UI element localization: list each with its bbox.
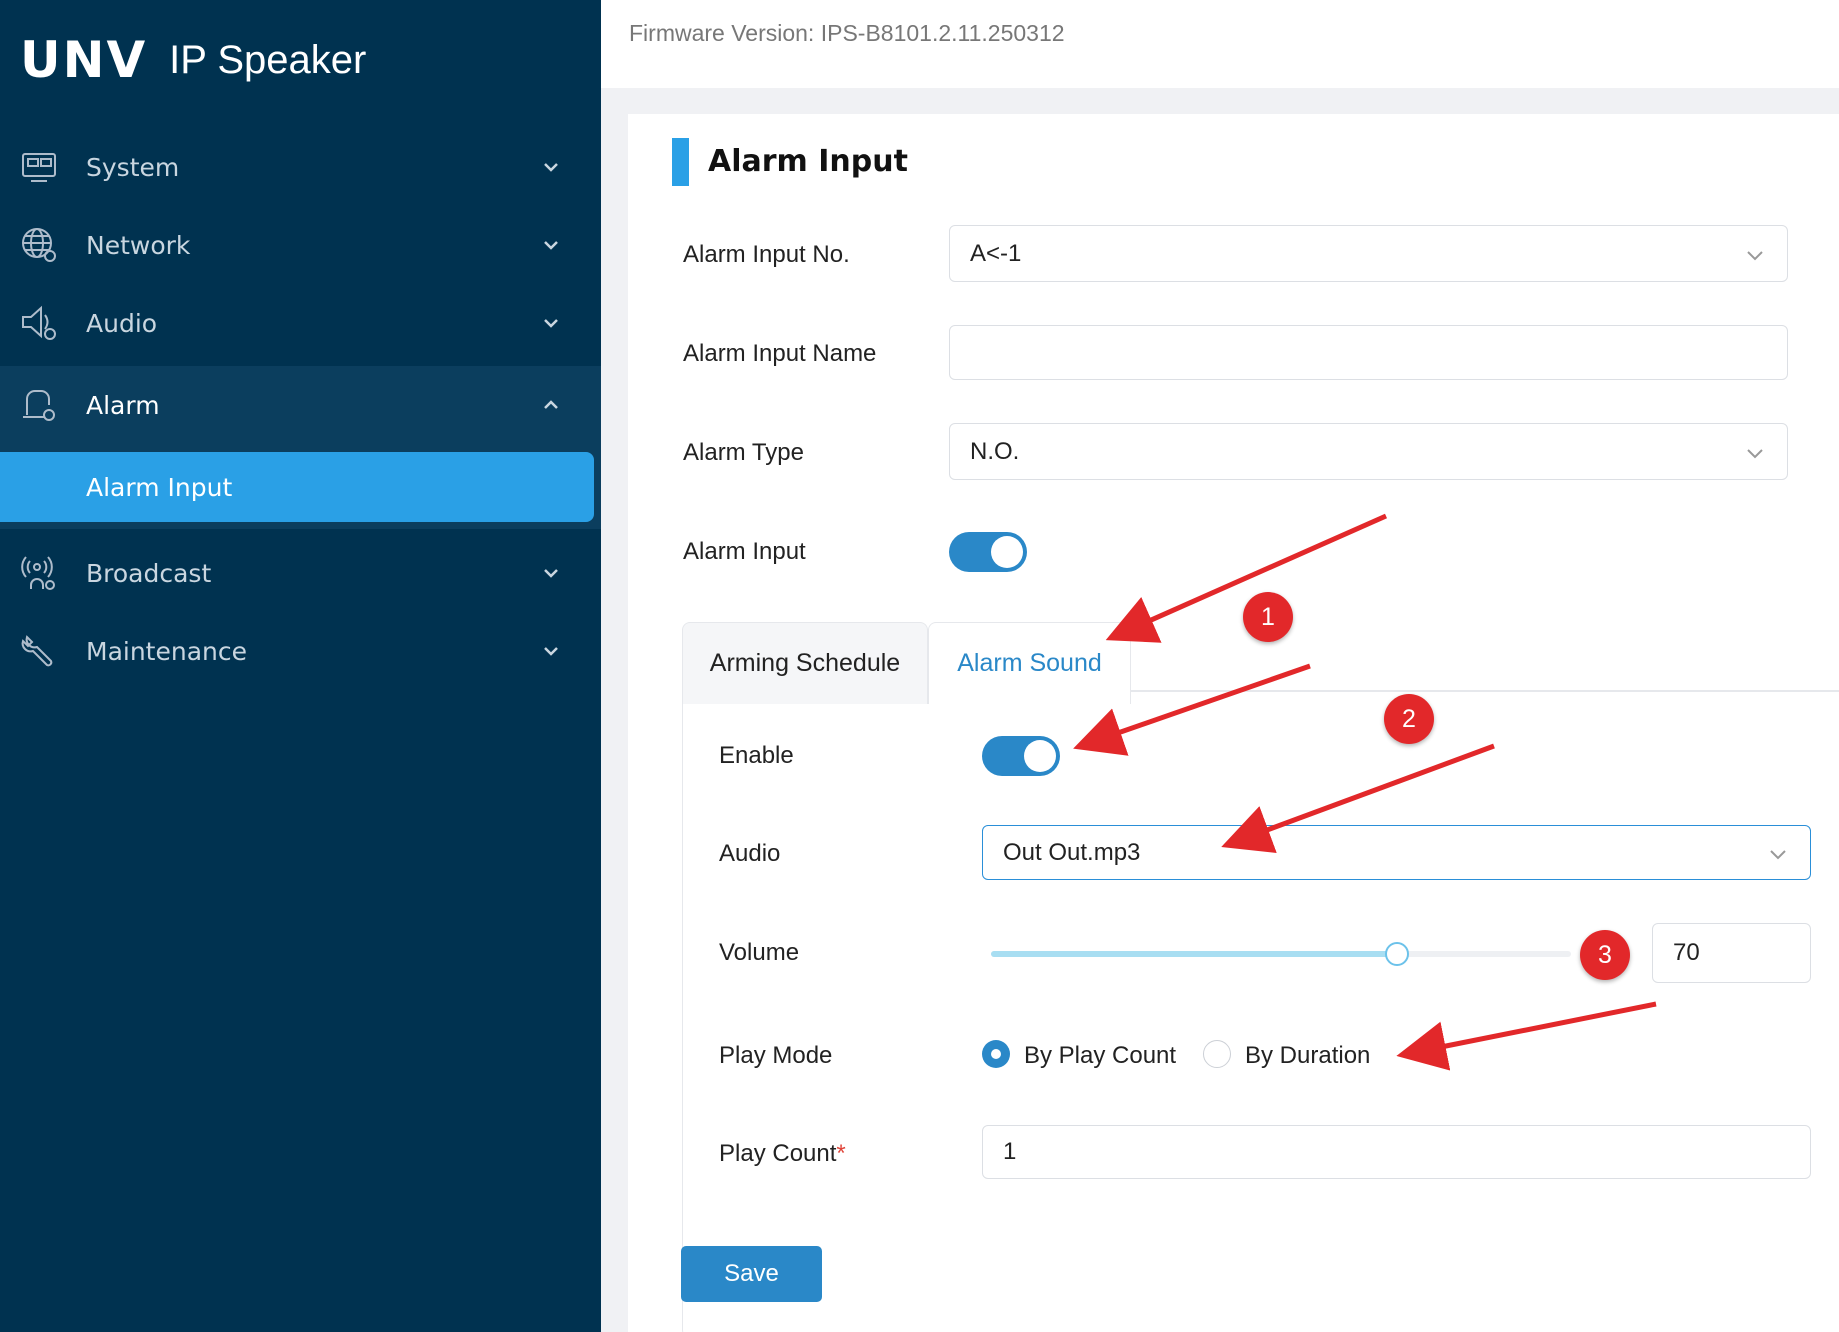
- annotation-badge-2: 2: [1384, 694, 1434, 744]
- alarm-input-toggle[interactable]: [949, 532, 1027, 572]
- tab-divider: [1131, 690, 1839, 692]
- alarm-input-no-value: A<-1: [970, 239, 1022, 267]
- volume-slider-thumb[interactable]: [1385, 942, 1409, 966]
- chevron-down-icon: [540, 312, 562, 334]
- volume-label: Volume: [719, 939, 800, 966]
- tab-label: Arming Schedule: [709, 649, 901, 677]
- tab-alarm-sound[interactable]: Alarm Sound: [928, 622, 1131, 704]
- chevron-down-icon: [1745, 442, 1765, 462]
- sidebar-item-label: Maintenance: [86, 636, 247, 666]
- sidebar-item-label: Network: [86, 230, 191, 260]
- radio-label-by-play-count: By Play Count: [1024, 1042, 1177, 1069]
- brand: UNV IP Speaker: [20, 28, 366, 92]
- alarm-input-no-label: Alarm Input No.: [683, 241, 850, 268]
- alarm-input-no-select[interactable]: A<-1: [949, 225, 1788, 282]
- sidebar-item-label: Broadcast: [86, 558, 212, 588]
- alarm-input-name-field[interactable]: [949, 325, 1788, 380]
- required-mark: *: [836, 1140, 846, 1167]
- radio-by-play-count[interactable]: [982, 1040, 1010, 1068]
- sidebar-item-label: System: [86, 152, 180, 182]
- sidebar-item-maintenance[interactable]: Maintenance: [0, 612, 601, 690]
- chevron-down-icon: [540, 640, 562, 662]
- annotation-badge-3: 3: [1580, 930, 1630, 980]
- tab-arming-schedule[interactable]: Arming Schedule: [682, 622, 928, 704]
- top-bar: Firmware Version: IPS-B8101.2.11.250312: [601, 0, 1839, 88]
- alarm-input-name-label: Alarm Input Name: [683, 340, 877, 367]
- toggle-knob: [991, 536, 1023, 568]
- sidebar: UNV IP Speaker System Network Audio Alar…: [0, 0, 601, 1332]
- firmware-version: Firmware Version: IPS-B8101.2.11.250312: [629, 20, 1065, 46]
- sidebar-item-label: Alarm: [86, 390, 160, 420]
- chevron-down-icon: [540, 562, 562, 584]
- alarm-gear-icon: [18, 384, 60, 426]
- tab-label: Alarm Sound: [957, 649, 1102, 677]
- sidebar-item-network[interactable]: Network: [0, 206, 601, 284]
- wrench-icon: [18, 630, 60, 672]
- volume-input[interactable]: 70: [1652, 923, 1811, 983]
- toggle-knob: [1024, 740, 1056, 772]
- monitor-icon: [18, 146, 60, 188]
- play-mode-label: Play Mode: [719, 1042, 833, 1069]
- audio-label: Audio: [719, 840, 781, 867]
- sidebar-item-label: Audio: [86, 308, 158, 338]
- audio-select[interactable]: Out Out.mp3: [982, 825, 1811, 880]
- alarm-type-select[interactable]: N.O.: [949, 423, 1788, 480]
- sidebar-subitem-alarm-input[interactable]: Alarm Input: [0, 452, 594, 522]
- chevron-down-icon: [540, 234, 562, 256]
- save-button[interactable]: Save: [681, 1246, 822, 1302]
- alarm-type-label: Alarm Type: [683, 439, 804, 466]
- alarm-type-value: N.O.: [970, 437, 1020, 465]
- tab-panel: [682, 690, 1839, 1332]
- sidebar-item-alarm[interactable]: Alarm: [0, 366, 601, 444]
- radio-label-by-duration: By Duration: [1245, 1042, 1371, 1069]
- title-accent-bar: [672, 138, 689, 186]
- volume-slider-fill: [991, 951, 1397, 957]
- alarm-input-toggle-label: Alarm Input: [683, 538, 806, 565]
- enable-label: Enable: [719, 742, 794, 769]
- play-count-value: 1: [1003, 1138, 1017, 1165]
- play-count-label: Play Count*: [719, 1140, 846, 1168]
- chevron-down-icon: [540, 156, 562, 178]
- brand-logo: UNV: [20, 31, 148, 89]
- globe-gear-icon: [18, 224, 60, 266]
- play-count-field[interactable]: 1: [982, 1125, 1811, 1179]
- sidebar-item-system[interactable]: System: [0, 128, 601, 206]
- chevron-up-icon: [540, 394, 562, 416]
- sidebar-subitem-label: Alarm Input: [86, 472, 233, 502]
- radio-by-duration[interactable]: [1203, 1040, 1231, 1068]
- sidebar-item-audio[interactable]: Audio: [0, 284, 601, 362]
- annotation-badge-1: 1: [1243, 592, 1293, 642]
- volume-slider-track[interactable]: [991, 951, 1571, 957]
- product-name: IP Speaker: [169, 37, 367, 82]
- save-label: Save: [724, 1260, 779, 1287]
- chevron-down-icon: [1768, 843, 1788, 863]
- play-count-label-text: Play Count: [719, 1140, 837, 1167]
- chevron-down-icon: [1745, 244, 1765, 264]
- page-title: Alarm Input: [708, 144, 908, 179]
- enable-toggle[interactable]: [982, 736, 1060, 776]
- speaker-gear-icon: [18, 302, 60, 344]
- broadcast-user-icon: [18, 552, 60, 594]
- sidebar-item-broadcast[interactable]: Broadcast: [0, 534, 601, 612]
- volume-value: 70: [1673, 939, 1700, 966]
- audio-value: Out Out.mp3: [1003, 838, 1141, 866]
